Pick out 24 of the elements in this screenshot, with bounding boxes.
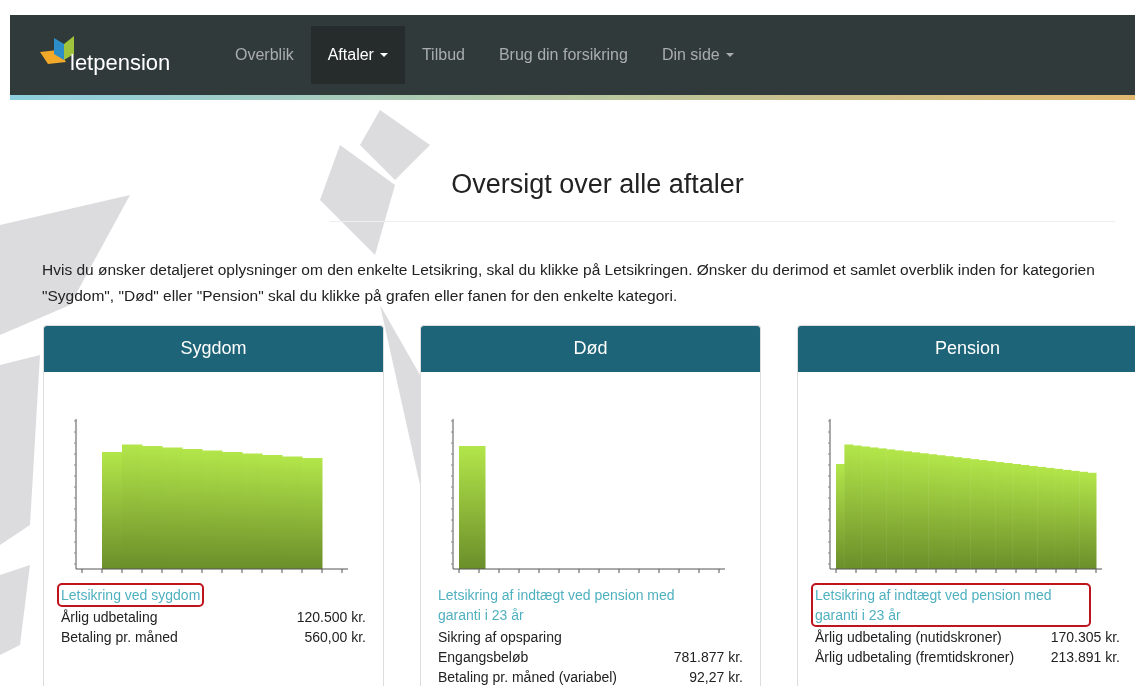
nav-tab[interactable]: Tilbud	[404, 26, 482, 84]
row-value: 781.877 kr.	[673, 647, 743, 667]
row-value: 170.305 kr.	[1050, 627, 1120, 647]
nav-tab[interactable]: Overblik	[218, 26, 311, 84]
row-label: Årlig udbetaling (nutidskroner)	[815, 627, 1002, 647]
row-label: Årlig udbetaling	[61, 607, 158, 627]
row-label: Sikring af opsparing	[438, 627, 562, 647]
row-label: Engangsbeløb	[438, 647, 529, 667]
row-value: 560,00 kr.	[304, 627, 366, 647]
nav-tab[interactable]: Din side	[644, 26, 751, 84]
row-label: Betaling pr. måned	[61, 627, 178, 647]
row-label: Årlig udbetaling (fremtidskroner)	[815, 647, 1015, 667]
intro-paragraph: Hvis du ønsker detaljeret oplysninger om den enkelte Letsikring, skal du klikke på Letsikringen. Ønsker du derimod et samlet overblik inden for kategorien "Sygdom", "Død" eller "Pension" skal du klikke på grafen eller fanen for den enkelte kategori.	[42, 259, 1096, 306]
row-value: 92,27 kr.	[689, 667, 743, 686]
card-header-tab[interactable]: Død	[421, 325, 760, 372]
nav-tab[interactable]: Aftaler	[310, 26, 405, 84]
nav-tab[interactable]: Brug din forsikring	[481, 26, 645, 84]
card-header-tab[interactable]: Pension	[798, 325, 1135, 372]
row-label: Betaling pr. måned (variabel)	[438, 667, 617, 686]
logo-text: letpension	[70, 52, 171, 74]
row-value: 120.500 kr.	[296, 607, 366, 627]
page-title: Oversigt over alle aftaler	[450, 168, 745, 201]
card-header-tab[interactable]: Sygdom	[44, 325, 383, 372]
row-value: 213.891 kr.	[1050, 647, 1120, 667]
